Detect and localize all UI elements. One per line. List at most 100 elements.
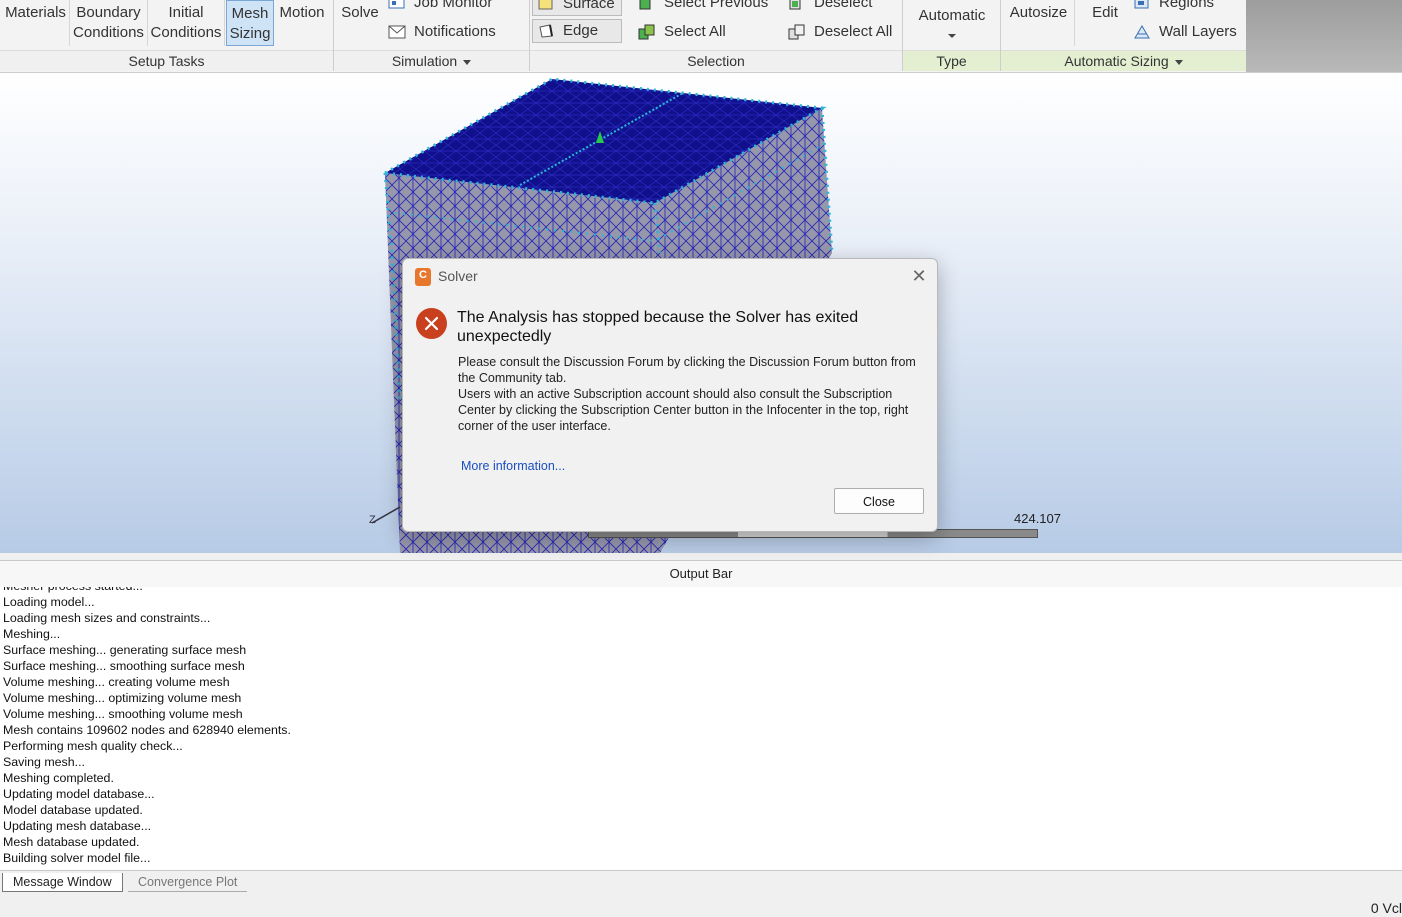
log-line: Meshing completed. (3, 771, 114, 785)
log-line: Meshing... (3, 627, 61, 641)
edit-button[interactable]: Edit (1079, 0, 1131, 46)
deselect-icon (788, 0, 806, 11)
automatic-sizing-group: Autosize Edit Regions Wall Layers Automa… (1001, 0, 1246, 71)
log-line: Surface meshing... smoothing surface mes… (3, 659, 245, 673)
tab-message-window-label: Message Window (13, 875, 112, 889)
app-icon-letter: C (419, 269, 427, 281)
job-monitor-button[interactable]: Job Monitor (388, 0, 492, 14)
simulation-group: Solve Job Monitor Notifications Simulati… (334, 0, 530, 71)
output-bar-label: Output Bar (669, 566, 733, 581)
initial-label-2: Conditions (150, 24, 222, 41)
log-line: Model database updated. (3, 803, 143, 817)
log-line: Building solver model file... (3, 851, 151, 865)
wall-layers-icon (1133, 24, 1151, 40)
error-icon (416, 308, 447, 339)
edge-button[interactable]: Edge (532, 19, 622, 43)
log-line: Volume meshing... smoothing volume mesh (3, 707, 243, 721)
envelope-icon (388, 24, 406, 40)
dialog-body-line-2: Users with an active Subscription accoun… (458, 387, 909, 433)
autosize-button[interactable]: Autosize (1003, 0, 1075, 46)
log-line: Surface meshing... generating surface me… (3, 643, 247, 657)
log-line: Loading mesh sizes and constraints... (3, 611, 211, 625)
type-label: Type (903, 50, 1000, 71)
regions-icon (1133, 0, 1151, 11)
setup-tasks-label: Setup Tasks (0, 50, 333, 71)
selection-label: Selection (530, 50, 902, 71)
select-previous-icon (638, 0, 656, 11)
tab-convergence-plot[interactable]: Convergence Plot (128, 873, 248, 892)
boundary-label-2: Conditions (73, 24, 144, 41)
log-line: Volume meshing... optimizing volume mesh (3, 691, 242, 705)
surface-label: Surface (563, 0, 615, 12)
simulation-menu[interactable]: Simulation (334, 50, 529, 71)
output-bar-title: Output Bar (0, 560, 1402, 588)
deselect-all-icon (788, 24, 806, 40)
materials-label: Materials (5, 4, 66, 21)
select-all-button[interactable]: Select All (638, 21, 726, 43)
mesh-label-2: Sizing (229, 25, 271, 42)
log-line: Mesh contains 109602 nodes and 628940 el… (3, 723, 291, 737)
mesh-sizing-button[interactable]: Mesh Sizing (226, 0, 274, 46)
log-line: Saving mesh... (3, 755, 85, 769)
motion-button[interactable]: Motion (275, 0, 329, 46)
simulation-label: Simulation (391, 53, 458, 69)
autosize-label: Autosize (1009, 4, 1068, 21)
message-log-lines: Mesher process started...Loading model..… (3, 587, 291, 866)
motion-label: Motion (279, 4, 325, 21)
automatic-sizing-menu[interactable]: Automatic Sizing (1001, 50, 1246, 71)
close-icon[interactable]: ✕ (908, 265, 930, 287)
solve-button[interactable]: Solve (336, 0, 384, 46)
ribbon-empty-area (1246, 0, 1402, 72)
regions-label: Regions (1159, 0, 1215, 11)
select-all-label: Select All (664, 23, 726, 40)
boundary-conditions-button[interactable]: Boundary Conditions (70, 0, 148, 46)
selection-group: Surface Edge Select Previous Select All … (530, 0, 903, 71)
log-line: Mesher process started... (3, 587, 291, 594)
select-previous-button[interactable]: Select Previous (638, 0, 768, 14)
dialog-title: Solver (438, 268, 478, 284)
deselect-button[interactable]: Deselect (788, 0, 872, 14)
more-information-link[interactable]: More information... (461, 459, 565, 473)
log-line: Mesh database updated. (3, 835, 140, 849)
tab-convergence-plot-label: Convergence Plot (138, 875, 238, 889)
tab-message-window[interactable]: Message Window (2, 873, 123, 892)
log-line: Volume meshing... creating volume mesh (3, 675, 230, 689)
notifications-button[interactable]: Notifications (388, 21, 496, 43)
log-line: Performing mesh quality check... (3, 739, 183, 753)
axis-triad-icon (371, 506, 401, 524)
ribbon: Materials Boundary Conditions Initial Co… (0, 0, 1402, 73)
boundary-label-1: Boundary (76, 4, 141, 21)
initial-conditions-button[interactable]: Initial Conditions (148, 0, 225, 46)
type-group: Automatic Type (903, 0, 1001, 71)
log-line: Loading model... (3, 595, 95, 609)
select-previous-label: Select Previous (664, 0, 769, 11)
automatic-sizing-label: Automatic Sizing (1064, 53, 1169, 69)
status-bar-text: 0 Vcl (1370, 900, 1402, 916)
dialog-heading: The Analysis has stopped because the Sol… (457, 309, 859, 345)
mesh-label-1: Mesh (231, 5, 269, 22)
chevron-down-icon (1174, 59, 1183, 65)
message-log[interactable]: Mesher process started...Loading model..… (0, 587, 1402, 870)
surface-icon (537, 0, 555, 12)
app-icon: C (415, 268, 431, 286)
edge-label: Edge (563, 22, 599, 39)
initial-label-1: Initial (168, 4, 204, 21)
select-all-icon (638, 24, 656, 40)
chevron-down-icon (948, 34, 956, 39)
dialog-body: Please consult the Discussion Forum by c… (458, 354, 933, 434)
materials-button[interactable]: Materials (2, 0, 70, 46)
wall-layers-label: Wall Layers (1159, 23, 1237, 40)
deselect-all-label: Deselect All (814, 23, 893, 40)
surface-button[interactable]: Surface (532, 0, 622, 16)
regions-button[interactable]: Regions (1133, 0, 1214, 14)
scale-bar-value: 424.107 (1014, 511, 1061, 526)
wall-layers-button[interactable]: Wall Layers (1133, 21, 1237, 43)
deselect-all-button[interactable]: Deselect All (788, 21, 892, 43)
chevron-down-icon (463, 59, 472, 65)
close-button[interactable]: Close (834, 488, 924, 514)
automatic-dropdown[interactable]: Automatic (907, 0, 997, 46)
log-line: Updating mesh database... (3, 819, 152, 833)
setup-tasks-group: Materials Boundary Conditions Initial Co… (0, 0, 334, 71)
notifications-label: Notifications (414, 23, 496, 40)
edit-label: Edit (1092, 4, 1118, 21)
